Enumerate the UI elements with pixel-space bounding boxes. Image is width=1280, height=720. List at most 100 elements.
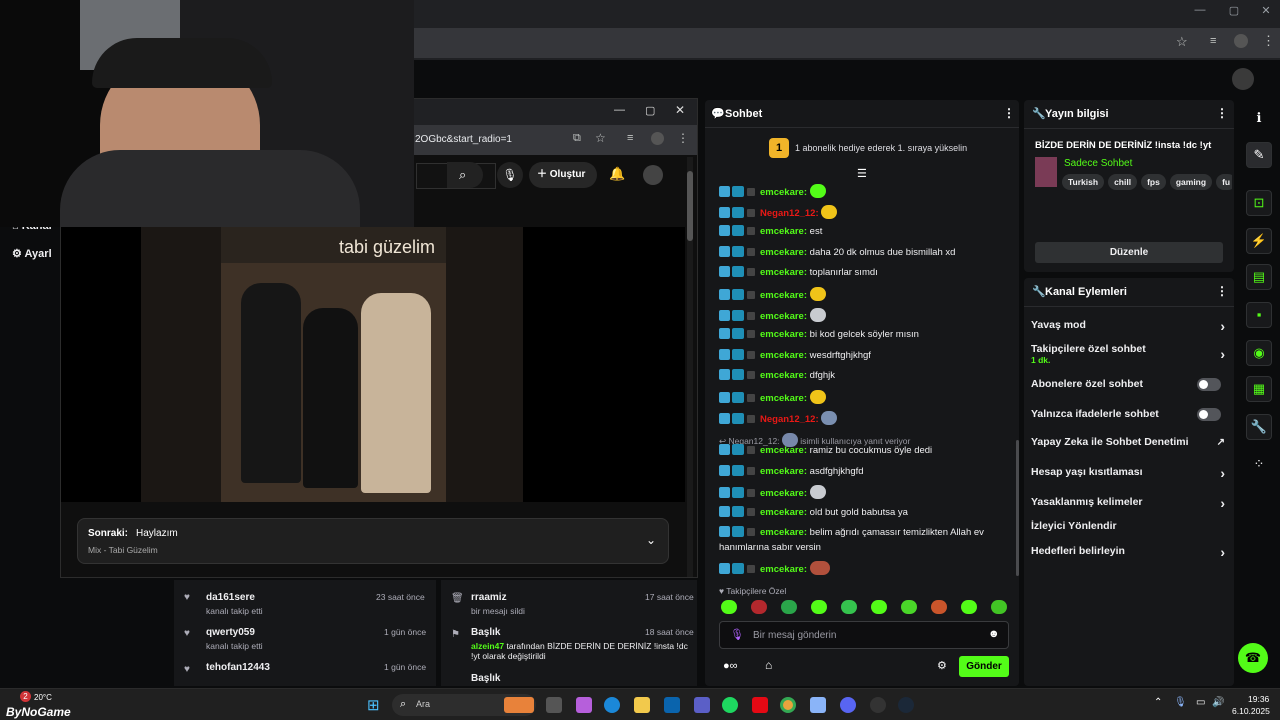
url-text[interactable]: 2OGbc&start_radio=1 [415, 134, 512, 145]
broadcast-icon[interactable]: ◉ [1246, 340, 1272, 366]
activity-name[interactable]: Başlık [471, 673, 500, 684]
minimize-button[interactable]: — [614, 104, 625, 116]
pinned-expand-icon[interactable]: ☰ [857, 167, 867, 180]
emote-chat-toggle[interactable] [1197, 408, 1221, 421]
chat-username[interactable]: emcekare [760, 507, 804, 518]
activity-name[interactable]: da161sere [206, 592, 255, 603]
chat-username[interactable]: emcekare [760, 488, 804, 499]
minimize-button[interactable]: — [1190, 4, 1210, 16]
gift-leaderboard-text[interactable]: 1 abonelik hediye ederek 1. sıraya yükse… [795, 143, 967, 153]
avatar[interactable] [643, 165, 663, 185]
bell-icon[interactable]: 🔔 [609, 166, 625, 182]
microphone-icon[interactable]: 🎙 [1174, 697, 1187, 708]
steam-icon[interactable] [898, 697, 914, 713]
emote[interactable] [991, 600, 1007, 614]
subs-chat-row[interactable]: Abonelere özel sohbet [1031, 378, 1227, 391]
emote[interactable] [871, 600, 887, 614]
media-controls-icon[interactable]: ≡ [1210, 35, 1216, 47]
chat-username[interactable]: emcekare [760, 370, 804, 381]
emote[interactable] [841, 600, 857, 614]
chat-username[interactable]: emcekare [760, 187, 804, 198]
tag[interactable]: chill [1108, 174, 1138, 190]
emote-chat-row[interactable]: Yalnızca ifadelerle sohbet [1031, 408, 1227, 421]
redirect-row[interactable]: İzleyici Yönlendir [1031, 520, 1227, 532]
capture-icon[interactable]: ⊡ [1246, 190, 1272, 216]
edit-icon[interactable]: ✎ [1246, 142, 1272, 168]
activity-name[interactable]: Başlık [471, 627, 500, 638]
panel-menu-icon[interactable]: ⋮ [1216, 284, 1228, 298]
chat-username[interactable]: emcekare [760, 393, 804, 404]
task-view-icon[interactable] [546, 697, 562, 713]
layout-icon[interactable]: ▦ [1246, 376, 1272, 402]
close-window-button[interactable]: ✕ [1256, 4, 1276, 17]
profile-avatar[interactable] [1234, 34, 1248, 48]
up-next-card[interactable]: Sonraki: Haylazım Mix - Tabi Güzelim ⌄ [77, 518, 669, 564]
activity-name[interactable]: qwerty059 [206, 627, 255, 638]
activity-name[interactable]: rraamiz [471, 592, 507, 603]
maximize-button[interactable]: ▢ [1224, 4, 1244, 17]
points-icon[interactable]: ●∞ [723, 660, 738, 672]
weather-temperature[interactable]: 20°C [34, 693, 52, 702]
outlook-icon[interactable] [664, 697, 680, 713]
emote[interactable] [961, 600, 977, 614]
chat-username[interactable]: emcekare [760, 527, 804, 538]
activity-name[interactable]: tehofan12443 [206, 662, 270, 673]
chat-username[interactable]: emcekare [760, 267, 804, 278]
panel-menu-icon[interactable]: ⋮ [1216, 106, 1228, 120]
microphone-icon[interactable]: 🎙 [730, 628, 744, 641]
clock-time[interactable]: 19:36 [1248, 694, 1269, 704]
chat-username[interactable]: Negan12_12 [760, 414, 815, 425]
emoji-icon[interactable]: ☻ [988, 628, 1000, 640]
chevron-up-icon[interactable]: ⌃ [1154, 697, 1162, 708]
account-age-row[interactable]: Hesap yaşı kısıtlaması › [1031, 465, 1227, 481]
chat-bubble-icon[interactable]: ▪ [1246, 302, 1272, 328]
emote[interactable] [811, 600, 827, 614]
scrollbar-thumb[interactable] [1016, 440, 1019, 576]
chat-username[interactable]: emcekare [760, 445, 804, 456]
network-icon[interactable]: ▭ [1196, 697, 1205, 708]
netflix-icon[interactable] [752, 697, 768, 713]
store-icon[interactable]: ⌂ [765, 658, 772, 672]
user-avatar[interactable] [1232, 68, 1254, 90]
chat-username[interactable]: emcekare [760, 466, 804, 477]
emote[interactable] [931, 600, 947, 614]
install-icon[interactable]: ⧉ [573, 132, 581, 145]
close-window-button[interactable]: ✕ [675, 103, 685, 117]
tag[interactable]: fps [1141, 174, 1166, 190]
bookmark-star-icon[interactable]: ☆ [1176, 34, 1188, 50]
category-name[interactable]: Sadece Sohbet [1064, 158, 1132, 169]
banned-words-row[interactable]: Yasaklanmış kelimeler › [1031, 495, 1227, 511]
bookmark-star-icon[interactable]: ☆ [595, 131, 606, 145]
file-explorer-icon[interactable] [634, 697, 650, 713]
discord-icon[interactable] [840, 697, 856, 713]
emote[interactable] [751, 600, 767, 614]
chat-username[interactable]: emcekare [760, 350, 804, 361]
tag[interactable]: Turkish [1062, 174, 1105, 190]
apps-icon[interactable]: ⁘ [1246, 452, 1272, 478]
send-button[interactable]: Gönder [959, 656, 1009, 677]
sidebar-item-settings[interactable]: ⚙ Ayarl [12, 247, 52, 260]
clock-date[interactable]: 6.10.2025 [1232, 706, 1270, 716]
ai-moderation-row[interactable]: Yapay Zeka ile Sohbet Denetimi ↗ [1031, 436, 1227, 448]
teams-icon[interactable] [694, 697, 710, 713]
chat-username[interactable]: emcekare [760, 329, 804, 340]
profile-avatar[interactable] [651, 132, 664, 145]
chat-input[interactable]: 🎙 Bir mesaj gönderin ☻ [719, 621, 1009, 649]
tag[interactable]: gaming [1169, 174, 1213, 190]
goals-row[interactable]: Hedefleri belirleyin › [1031, 544, 1227, 560]
edge-icon[interactable] [604, 697, 620, 713]
emote[interactable] [721, 600, 737, 614]
app-icon[interactable] [870, 697, 886, 713]
subs-chat-toggle[interactable] [1197, 378, 1221, 391]
document-icon[interactable]: ▤ [1246, 264, 1272, 290]
chat-username[interactable]: Negan12_12 [760, 208, 815, 219]
emote-quickbar[interactable] [719, 600, 1009, 616]
media-controls-icon[interactable]: ≡ [627, 132, 633, 144]
chat-username[interactable]: emcekare [760, 564, 804, 575]
followers-chat-row[interactable]: Takipçilere özel sohbet › [1031, 343, 1227, 362]
microphone-icon[interactable]: 🎙 [497, 162, 523, 188]
gear-icon[interactable]: ⚙ [937, 659, 947, 672]
start-icon[interactable]: ⊞ [367, 696, 380, 714]
bolt-icon[interactable]: ⚡ [1246, 228, 1272, 254]
menu-kebab-icon[interactable]: ⋮ [677, 131, 689, 145]
